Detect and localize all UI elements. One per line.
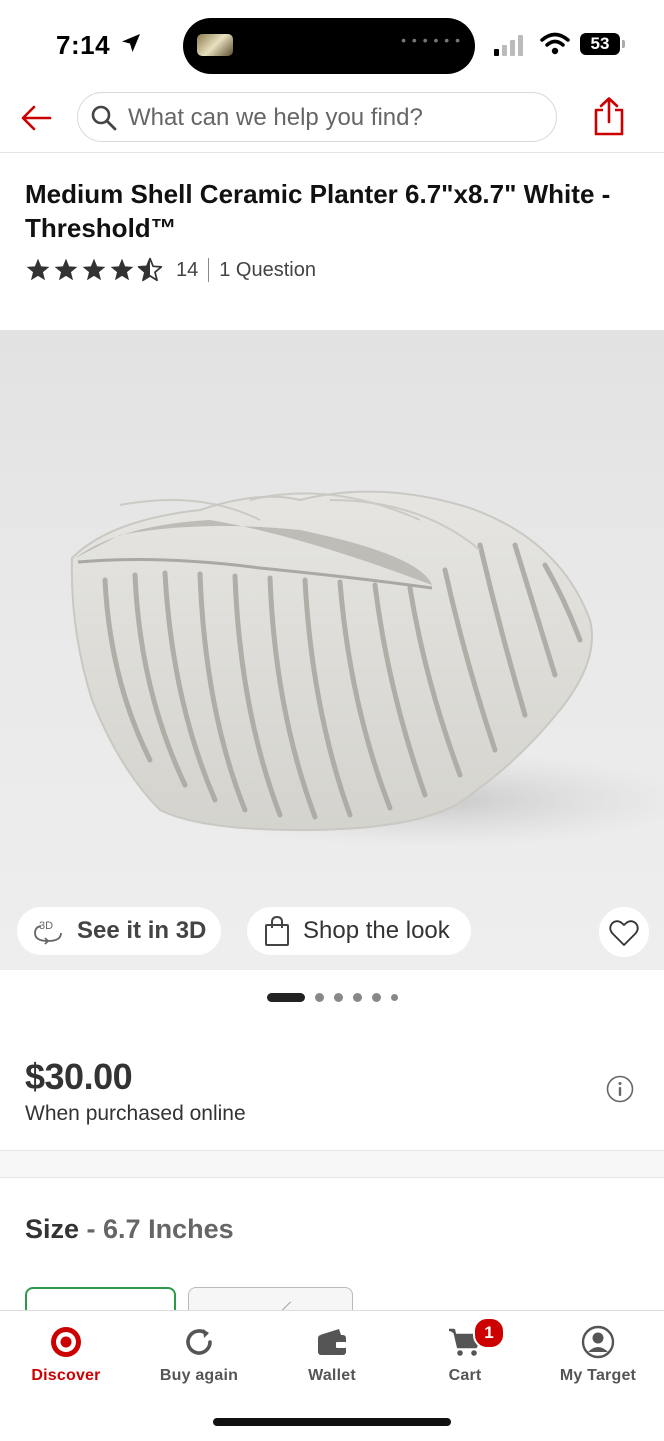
cellular-signal-icon xyxy=(494,35,523,56)
nav-cart-label: Cart xyxy=(448,1367,482,1384)
nav-discover[interactable]: Discover xyxy=(0,1311,132,1401)
shop-the-look-label: Shop the look xyxy=(303,917,450,944)
star-full-icon xyxy=(54,258,78,281)
rating-row[interactable]: 14 1 Question xyxy=(25,256,316,284)
size-separator: - xyxy=(79,1214,104,1244)
size-heading: Size - 6.7 Inches xyxy=(25,1214,234,1245)
dynamic-island: • • • • • • xyxy=(183,18,475,74)
product-title: Medium Shell Ceramic Planter 6.7"x8.7" W… xyxy=(25,179,611,243)
battery-level: 53 xyxy=(590,34,610,53)
target-logo-icon xyxy=(51,1327,81,1357)
account-icon xyxy=(581,1325,615,1359)
size-label: Size xyxy=(25,1214,80,1244)
section-divider xyxy=(0,1150,664,1178)
location-arrow-icon xyxy=(122,34,140,52)
status-bar: 7:14 • • • • • • 53 xyxy=(0,0,664,80)
shopping-bag-icon xyxy=(265,915,289,946)
wallet-icon xyxy=(318,1329,346,1355)
search-input[interactable] xyxy=(126,103,540,133)
top-header xyxy=(0,80,664,153)
carousel-dot[interactable] xyxy=(391,993,398,1001)
nav-my-target-label: My Target xyxy=(559,1367,637,1384)
info-icon[interactable] xyxy=(606,1075,634,1103)
activity-dots-icon: • • • • • • xyxy=(401,32,461,48)
nav-wallet[interactable]: Wallet xyxy=(266,1311,398,1401)
star-full-icon xyxy=(110,258,134,281)
product-image-carousel[interactable]: 3D See it in 3D Shop the look xyxy=(0,330,664,970)
size-value: 6.7 Inches xyxy=(103,1214,234,1244)
nav-my-target[interactable]: My Target xyxy=(532,1311,664,1401)
now-playing-thumbnail xyxy=(197,34,233,56)
nav-buy-again[interactable]: Buy again xyxy=(133,1311,265,1401)
favorite-button[interactable] xyxy=(599,907,649,957)
see-in-3d-label: See it in 3D xyxy=(77,917,207,944)
svg-text:3D: 3D xyxy=(39,920,53,932)
share-icon[interactable] xyxy=(590,96,628,138)
refresh-icon xyxy=(186,1329,212,1355)
heart-icon xyxy=(609,920,639,946)
wifi-icon xyxy=(540,32,570,55)
3d-rotate-icon: 3D xyxy=(34,920,62,945)
battery-icon: 53 xyxy=(580,33,620,55)
carousel-dot-active[interactable] xyxy=(267,992,305,1002)
battery-nub xyxy=(622,40,625,48)
search-bar[interactable] xyxy=(77,92,557,142)
carousel-dots[interactable] xyxy=(267,992,398,1002)
nav-buy-again-label: Buy again xyxy=(159,1367,239,1384)
questions-link[interactable]: 1 Question xyxy=(219,259,316,282)
carousel-dot[interactable] xyxy=(372,992,381,1002)
carousel-dot[interactable] xyxy=(334,992,343,1002)
status-time: 7:14 xyxy=(56,30,111,60)
price-note: When purchased online xyxy=(25,1102,246,1125)
carousel-dot[interactable] xyxy=(353,992,362,1002)
shell-planter-image xyxy=(70,490,664,848)
star-full-icon xyxy=(82,258,106,281)
rating-stars xyxy=(25,257,163,283)
carousel-dot[interactable] xyxy=(315,992,324,1002)
cart-badge: 1 xyxy=(473,1317,505,1349)
rating-count[interactable]: 14 xyxy=(176,259,198,282)
search-icon xyxy=(91,105,117,131)
rating-separator xyxy=(208,258,210,282)
home-indicator[interactable] xyxy=(213,1418,451,1426)
nav-cart[interactable]: 1 Cart xyxy=(399,1311,531,1401)
arrow-left-icon[interactable] xyxy=(18,100,54,136)
see-in-3d-button[interactable]: 3D See it in 3D xyxy=(17,907,221,955)
star-full-icon xyxy=(26,258,50,281)
nav-discover-label: Discover xyxy=(31,1367,101,1384)
nav-wallet-label: Wallet xyxy=(308,1367,356,1384)
price: $30.00 xyxy=(25,1056,133,1097)
star-half-icon xyxy=(137,257,163,282)
shop-the-look-button[interactable]: Shop the look xyxy=(247,907,471,955)
